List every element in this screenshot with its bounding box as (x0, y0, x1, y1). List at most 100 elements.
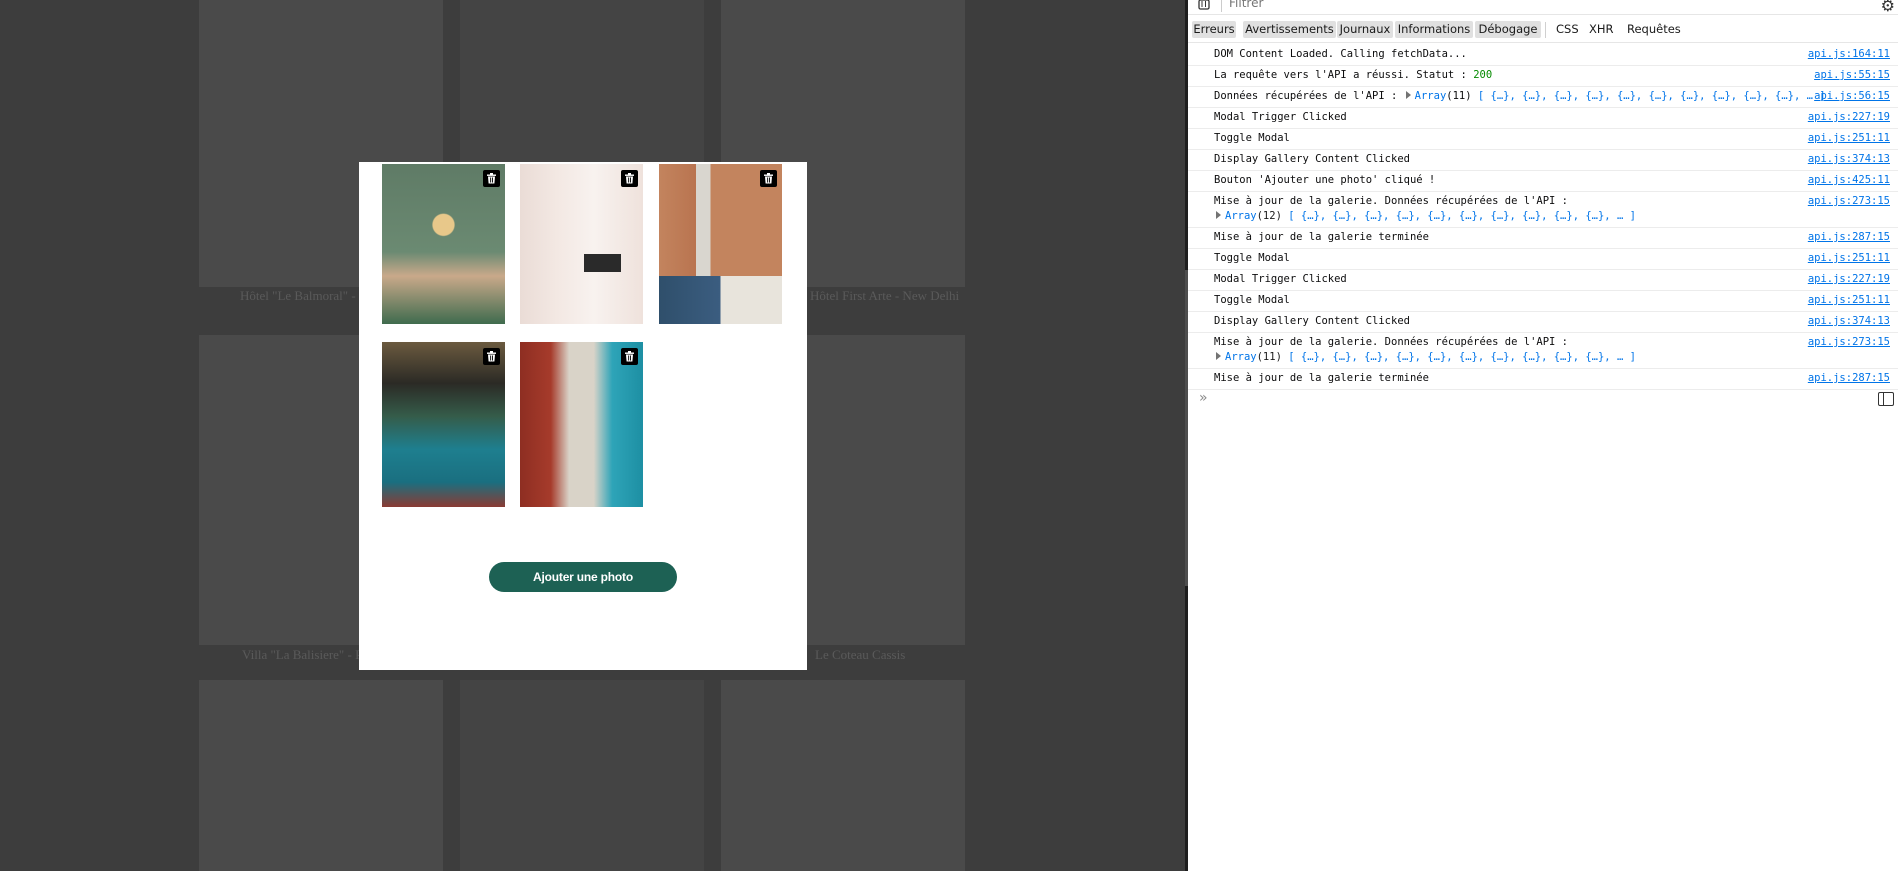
filter-tab-errors[interactable]: Erreurs (1192, 21, 1236, 38)
log-message: Mise à jour de la galerie terminée (1214, 372, 1429, 384)
background-gallery-item (199, 680, 443, 871)
log-source-link[interactable]: api.js:251:11 (1808, 252, 1890, 264)
filter-tab-warnings[interactable]: Avertissements (1243, 21, 1336, 38)
photo-image (520, 164, 643, 324)
log-entry: Bouton 'Ajouter une photo' cliqué ! api.… (1188, 171, 1898, 192)
photo-image (382, 342, 505, 507)
background-gallery-item (460, 680, 704, 871)
log-text: La requête vers l'API a réussi. Statut : (1214, 69, 1474, 81)
log-source-link[interactable]: api.js:164:11 (1808, 48, 1890, 60)
filter-tab-xhr[interactable]: XHR (1589, 21, 1614, 38)
log-source-link[interactable]: api.js:273:15 (1808, 336, 1890, 348)
expand-triangle-icon[interactable] (1405, 91, 1411, 99)
log-source-link[interactable]: api.js:227:19 (1808, 273, 1890, 285)
expand-triangle-icon[interactable] (1216, 352, 1221, 360)
add-photo-button[interactable]: Ajouter une photo (489, 562, 677, 592)
console-toolbar: ⚙ (1188, 0, 1898, 15)
log-message-array: Array(12) [ {…}, {…}, {…}, {…}, {…}, {…}… (1214, 210, 1636, 222)
delete-photo-button[interactable] (621, 170, 638, 187)
array-label[interactable]: Array (1415, 90, 1447, 102)
filter-tab-logs[interactable]: Journaux (1337, 21, 1393, 38)
photo-thumbnail-green-lounge (382, 164, 505, 324)
array-count: (11) (1256, 351, 1282, 363)
sidebar-toggle-icon[interactable] (1878, 392, 1894, 406)
log-message: Modal Trigger Clicked (1214, 111, 1347, 123)
log-source-link[interactable]: api.js:287:15 (1808, 372, 1890, 384)
log-message: Données récupérées de l'API : Array(11) … (1214, 90, 1826, 102)
filter-tab-info[interactable]: Informations (1395, 21, 1473, 38)
array-count: (12) (1256, 210, 1282, 222)
delete-photo-button[interactable] (483, 170, 500, 187)
array-items[interactable]: [ {…}, {…}, {…}, {…}, {…}, {…}, {…}, {…}… (1288, 210, 1636, 222)
toolbar-separator (1221, 0, 1222, 12)
log-entry: Modal Trigger Clicked api.js:227:19 (1188, 270, 1898, 291)
clear-console-icon[interactable] (1198, 0, 1210, 10)
log-entry: Mise à jour de la galerie. Données récup… (1188, 333, 1898, 369)
log-source-link[interactable]: api.js:374:13 (1808, 153, 1890, 165)
photo-thumbnail-red-dining-hall (520, 342, 643, 507)
trash-icon (487, 351, 496, 362)
log-source-link[interactable]: api.js:287:15 (1808, 231, 1890, 243)
log-entry: Toggle Modal api.js:251:11 (1188, 291, 1898, 312)
chevron-double-right-icon: » (1199, 390, 1208, 406)
photo-image (520, 342, 643, 507)
delete-photo-button[interactable] (483, 348, 500, 365)
log-entry: La requête vers l'API a réussi. Statut :… (1188, 66, 1898, 87)
log-message: Mise à jour de la galerie terminée (1214, 231, 1429, 243)
photo-thumbnail-teal-bar (382, 342, 505, 507)
photo-image (659, 164, 782, 324)
array-label[interactable]: Array (1225, 351, 1257, 363)
array-items[interactable]: [ {…}, {…}, {…}, {…}, {…}, {…}, {…}, {…}… (1288, 351, 1636, 363)
log-entry: Toggle Modal api.js:251:11 (1188, 129, 1898, 150)
log-entry: Toggle Modal api.js:251:11 (1188, 249, 1898, 270)
gear-icon[interactable]: ⚙ (1881, 0, 1895, 15)
background-gallery-item (721, 680, 965, 871)
log-entry: DOM Content Loaded. Calling fetchData...… (1188, 45, 1898, 66)
log-source-link[interactable]: api.js:56:15 (1814, 90, 1890, 102)
trash-icon (625, 173, 634, 184)
log-entry: Mise à jour de la galerie. Données récup… (1188, 192, 1898, 228)
log-entry: Display Gallery Content Clicked api.js:3… (1188, 150, 1898, 171)
trash-icon (625, 351, 634, 362)
filter-tab-requests[interactable]: Requêtes (1627, 21, 1681, 38)
log-source-link[interactable]: api.js:273:15 (1808, 195, 1890, 207)
log-message: Toggle Modal (1214, 132, 1290, 144)
background-caption: Le Coteau Cassis (815, 647, 906, 662)
console-filter-input[interactable] (1229, 0, 1829, 11)
filter-tab-debug[interactable]: Débogage (1475, 21, 1541, 38)
log-source-link[interactable]: api.js:251:11 (1808, 294, 1890, 306)
console-log: DOM Content Loaded. Calling fetchData...… (1188, 45, 1898, 390)
log-message: Toggle Modal (1214, 294, 1290, 306)
log-source-link[interactable]: api.js:227:19 (1808, 111, 1890, 123)
trash-icon (487, 173, 496, 184)
tabs-separator (1545, 22, 1546, 38)
log-message: Mise à jour de la galerie. Données récup… (1214, 195, 1569, 207)
console-level-filters: Erreurs Avertissements Journaux Informat… (1188, 18, 1898, 43)
page-viewport: Hôtel "Le Balmoral" - Paris Hôtel First … (0, 0, 1185, 871)
log-source-link[interactable]: api.js:374:13 (1808, 315, 1890, 327)
log-entry: Modal Trigger Clicked api.js:227:19 (1188, 108, 1898, 129)
log-message: Bouton 'Ajouter une photo' cliqué ! (1214, 174, 1436, 186)
devtools-console: ⚙ Erreurs Avertissements Journaux Inform… (1188, 0, 1898, 871)
log-source-link[interactable]: api.js:55:15 (1814, 69, 1890, 81)
delete-photo-button[interactable] (621, 348, 638, 365)
log-message: DOM Content Loaded. Calling fetchData... (1214, 48, 1467, 60)
photo-image (382, 164, 505, 324)
log-message: La requête vers l'API a réussi. Statut :… (1214, 69, 1492, 81)
console-input-line[interactable]: » (1188, 385, 1898, 413)
status-code: 200 (1473, 69, 1493, 81)
array-label[interactable]: Array (1225, 210, 1257, 222)
expand-triangle-icon[interactable] (1216, 211, 1221, 219)
filter-tab-css[interactable]: CSS (1556, 21, 1579, 38)
photo-thumbnail-terracotta-bedroom (659, 164, 782, 324)
log-source-link[interactable]: api.js:251:11 (1808, 132, 1890, 144)
array-items[interactable]: [ {…}, {…}, {…}, {…}, {…}, {…}, {…}, {…}… (1478, 90, 1826, 102)
delete-photo-button[interactable] (760, 170, 777, 187)
log-text: Données récupérées de l'API : (1214, 90, 1404, 102)
log-source-link[interactable]: api.js:425:11 (1808, 174, 1890, 186)
trash-icon (764, 173, 773, 184)
array-count: (11) (1446, 90, 1472, 102)
log-entry: Données récupérées de l'API : Array(11) … (1188, 87, 1898, 108)
log-entry: Mise à jour de la galerie terminée api.j… (1188, 228, 1898, 249)
log-message: Toggle Modal (1214, 252, 1290, 264)
